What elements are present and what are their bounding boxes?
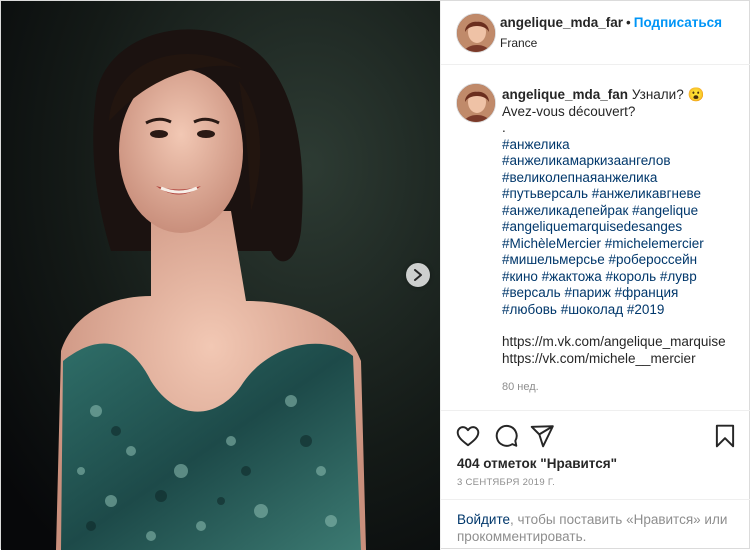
hashtag-line[interactable]: #любовь #шоколад #2019 [502,302,742,319]
hashtag-line[interactable]: #анжеликадепейрак #angelique [502,203,742,220]
post-date: 3 СЕНТЯБРЯ 2019 Г. [457,477,556,488]
heart-icon [456,426,480,447]
post-photo [1,1,440,550]
hashtag-line[interactable]: #angeliquemarquisedesanges [502,219,742,236]
location-link[interactable]: France [500,36,537,50]
next-photo-button[interactable] [406,263,430,287]
hashtag-line[interactable]: #анжелика [502,137,742,154]
follow-button[interactable]: Подписаться [634,15,722,30]
login-link[interactable]: Войдите [457,512,510,527]
caption-link[interactable]: https://vk.com/michele__mercier [502,351,742,368]
link-list: https://m.vk.com/angelique_marquise https… [502,334,742,367]
separator-dot: • [626,15,631,30]
share-button[interactable] [529,423,555,449]
hashtag-line[interactable]: #великолепнаяанжелика [502,170,742,187]
avatar[interactable] [456,13,496,53]
caption-text: angelique_mda_fan Узнали? 😮 Avez-vous dé… [502,87,742,367]
chevron-right-icon [414,269,422,281]
post-header: angelique_mda_far • Подписаться France [441,1,750,65]
caption-dot: . [502,120,506,135]
comment-icon [495,424,518,447]
caption-line-2: Avez-vous découvert? [502,103,636,119]
avatar-image [457,14,495,52]
hashtag-line[interactable]: #мишельмерсье #робероссейн [502,252,742,269]
hashtag-line[interactable]: #MichèleMercier #michelemercier [502,236,742,253]
share-icon [530,425,554,448]
caption-time: 80 нед. [502,381,539,393]
caption-area: angelique_mda_fan Узнали? 😮 Avez-vous dé… [441,65,750,410]
likes-count[interactable]: 404 отметок "Нравится" [457,456,617,471]
author-username[interactable]: angelique_mda_far [500,15,623,30]
portrait-image [1,1,440,550]
bookmark-icon [715,424,735,448]
avatar-image [457,84,495,122]
hashtag-line[interactable]: #путьверсаль #анжеликавгневе [502,186,742,203]
caption-avatar[interactable] [456,83,496,123]
hashtag-line[interactable]: #кино #жактожа #король #лувр [502,269,742,286]
save-button[interactable] [712,423,738,449]
login-prompt: Войдите, чтобы поставить «Нравится» или … [441,499,750,551]
comment-button[interactable] [493,423,519,449]
hashtag-line[interactable]: #версаль #париж #франция [502,285,742,302]
post-author: angelique_mda_far • Подписаться [500,15,722,30]
post-side-panel: angelique_mda_far • Подписаться France ang… [440,1,750,550]
hashtag-list: #анжелика #анжеликамаркизаангелов #великол… [502,137,742,319]
login-text: Войдите, чтобы поставить «Нравится» или … [457,511,737,545]
instagram-post: angelique_mda_far • Подписаться France ang… [0,0,750,550]
hashtag-line[interactable]: #анжеликамаркизаангелов [502,153,742,170]
caption-line-1: Узнали? 😮 [631,87,705,102]
post-actions: 404 отметок "Нравится" 3 СЕНТЯБРЯ 2019 Г… [441,410,750,550]
like-button[interactable] [455,423,481,449]
caption-username[interactable]: angelique_mda_fan [502,87,628,102]
caption-link[interactable]: https://m.vk.com/angelique_marquise [502,334,742,351]
